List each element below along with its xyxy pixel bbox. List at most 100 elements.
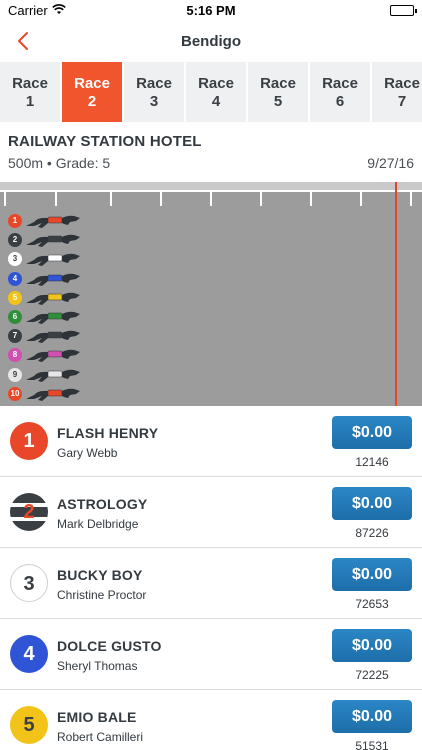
tab-label: Race bbox=[198, 75, 234, 92]
track-marker bbox=[360, 192, 362, 206]
tab-number: 3 bbox=[149, 93, 159, 110]
bet-button[interactable]: $0.00 bbox=[332, 487, 412, 520]
runner-row[interactable]: 1 FLASH HENRY Gary Webb $0.00 12146 bbox=[0, 406, 422, 477]
page-title: Bendigo bbox=[181, 33, 241, 50]
track-dog-7: 7 bbox=[8, 327, 88, 345]
race-tabs: Race 1 Race 2 Race 3 Race 4 Race 5 Race 6 Race 7 bbox=[0, 62, 422, 122]
battery-icon bbox=[390, 5, 417, 16]
tab-race-3[interactable]: Race 3 bbox=[124, 62, 184, 122]
track-marker bbox=[310, 192, 312, 206]
greyhound-icon bbox=[26, 388, 80, 401]
runner-row[interactable]: 4 DOLCE GUSTO Sheryl Thomas $0.00 72225 bbox=[0, 619, 422, 690]
runner-number-badge: 3 bbox=[10, 564, 48, 602]
tab-number: 4 bbox=[211, 93, 221, 110]
tab-label: Race bbox=[136, 75, 172, 92]
runner-trainer: Robert Camilleri bbox=[57, 730, 144, 744]
race-track: 1 2 3 4 5 6 7 8 9 10 bbox=[0, 182, 422, 406]
runner-number-badge: 2 bbox=[10, 493, 48, 531]
runner-id: 12146 bbox=[355, 455, 389, 469]
track-dog-1: 1 bbox=[8, 212, 88, 230]
track-marker bbox=[210, 192, 212, 206]
track-marker bbox=[260, 192, 262, 206]
runner-number-badge: 1 bbox=[10, 422, 48, 460]
track-dog-6: 6 bbox=[8, 308, 88, 326]
track-dog-5: 5 bbox=[8, 289, 88, 307]
greyhound-icon bbox=[26, 254, 80, 267]
track-dog-2: 2 bbox=[8, 231, 88, 249]
runner-number-badge: 4 bbox=[10, 635, 48, 673]
finish-line bbox=[395, 182, 397, 406]
greyhound-icon bbox=[26, 350, 80, 363]
dog-number-badge: 8 bbox=[8, 348, 22, 363]
tab-label: Race bbox=[322, 75, 358, 92]
runner-id: 87226 bbox=[355, 526, 389, 540]
runner-number-badge: 5 bbox=[10, 706, 48, 744]
runner-name: FLASH HENRY bbox=[57, 425, 159, 441]
status-bar: Carrier 5:16 PM bbox=[0, 0, 422, 22]
runner-name: DOLCE GUSTO bbox=[57, 638, 162, 654]
dog-number-badge: 4 bbox=[8, 271, 22, 286]
dog-number-badge: 5 bbox=[8, 290, 22, 305]
dog-number-badge: 10 bbox=[8, 386, 22, 401]
tab-race-1[interactable]: Race 1 bbox=[0, 62, 60, 122]
track-dog-4: 4 bbox=[8, 270, 88, 288]
dog-number-badge: 2 bbox=[8, 233, 22, 248]
dog-number-badge: 7 bbox=[8, 329, 22, 344]
tab-number: 7 bbox=[397, 93, 407, 110]
track-marker bbox=[55, 192, 57, 206]
runner-trainer: Christine Proctor bbox=[57, 588, 147, 602]
greyhound-icon bbox=[26, 292, 80, 305]
race-meta: 500m • Grade: 5 bbox=[8, 155, 111, 171]
tab-race-2[interactable]: Race 2 bbox=[62, 62, 122, 122]
tab-label: Race bbox=[74, 75, 110, 92]
runner-row[interactable]: 5 EMIO BALE Robert Camilleri $0.00 51531 bbox=[0, 690, 422, 750]
runner-row[interactable]: 2 ASTROLOGY Mark Delbridge $0.00 87226 bbox=[0, 477, 422, 548]
track-dog-10: 10 bbox=[8, 385, 88, 403]
track-dog-8: 8 bbox=[8, 346, 88, 364]
bet-button[interactable]: $0.00 bbox=[332, 416, 412, 449]
greyhound-icon bbox=[26, 369, 80, 382]
runner-id: 72225 bbox=[355, 668, 389, 682]
dog-number-badge: 3 bbox=[8, 252, 22, 267]
runner-row[interactable]: 3 BUCKY BOY Christine Proctor $0.00 72653 bbox=[0, 548, 422, 619]
tab-number: 6 bbox=[335, 93, 345, 110]
runner-trainer: Gary Webb bbox=[57, 446, 118, 460]
greyhound-icon bbox=[26, 215, 80, 228]
runner-trainer: Mark Delbridge bbox=[57, 517, 139, 531]
track-marker bbox=[4, 192, 6, 206]
runner-name: BUCKY BOY bbox=[57, 567, 143, 583]
track-dog-3: 3 bbox=[8, 250, 88, 268]
track-marker bbox=[110, 192, 112, 206]
dog-number-badge: 9 bbox=[8, 367, 22, 382]
dog-number-badge: 6 bbox=[8, 310, 22, 324]
tab-race-4[interactable]: Race 4 bbox=[186, 62, 246, 122]
race-date: 9/27/16 bbox=[367, 155, 414, 171]
track-dog-9: 9 bbox=[8, 366, 88, 384]
tab-race-7[interactable]: Race 7 bbox=[372, 62, 422, 122]
greyhound-icon bbox=[26, 234, 80, 248]
runner-list: 1 FLASH HENRY Gary Webb $0.00 12146 2 ASTROLOG… bbox=[0, 406, 422, 750]
clock: 5:16 PM bbox=[186, 3, 236, 18]
runner-trainer: Sheryl Thomas bbox=[57, 659, 138, 673]
tab-number: 2 bbox=[87, 93, 97, 110]
tab-label: Race bbox=[384, 75, 420, 92]
bet-button[interactable]: $0.00 bbox=[332, 558, 412, 591]
tab-label: Race bbox=[12, 75, 48, 92]
dog-number-badge: 1 bbox=[8, 214, 22, 228]
nav-bar: Bendigo bbox=[0, 22, 422, 62]
track-marker bbox=[160, 192, 162, 206]
bet-button[interactable]: $0.00 bbox=[332, 700, 412, 733]
race-info: RAILWAY STATION HOTEL 500m • Grade: 5 9/… bbox=[0, 122, 422, 180]
runner-id: 72653 bbox=[355, 597, 389, 611]
race-name: RAILWAY STATION HOTEL bbox=[8, 133, 202, 150]
tab-number: 1 bbox=[25, 93, 35, 110]
tab-race-6[interactable]: Race 6 bbox=[310, 62, 370, 122]
greyhound-icon bbox=[26, 311, 80, 324]
bet-button[interactable]: $0.00 bbox=[332, 629, 412, 662]
tab-race-5[interactable]: Race 5 bbox=[248, 62, 308, 122]
runner-name: ASTROLOGY bbox=[57, 496, 148, 512]
track-marker bbox=[410, 192, 412, 206]
runner-name: EMIO BALE bbox=[57, 709, 137, 725]
tab-label: Race bbox=[260, 75, 296, 92]
runner-id: 51531 bbox=[355, 739, 389, 750]
